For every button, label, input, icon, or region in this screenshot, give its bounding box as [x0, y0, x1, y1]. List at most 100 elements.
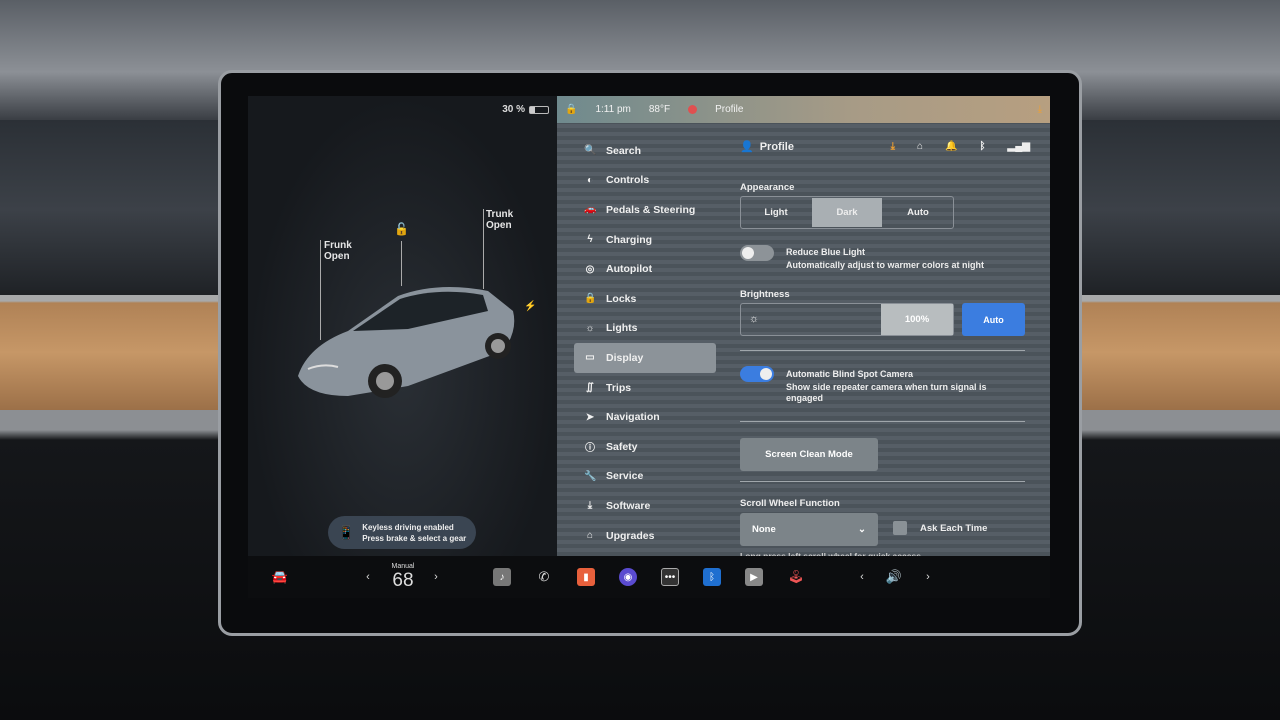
menu-item-label: Locks: [606, 292, 637, 305]
volume-up-button[interactable]: ›: [920, 556, 936, 598]
blind-spot-camera-toggle[interactable]: [740, 366, 774, 382]
music-icon[interactable]: ♪: [493, 568, 511, 586]
more-apps-icon[interactable]: •••: [661, 568, 679, 586]
menu-item-autopilot[interactable]: ◎ Autopilot: [574, 254, 716, 284]
appearance-light[interactable]: Light: [741, 197, 811, 228]
bag-icon: ⌂: [586, 530, 594, 542]
safety-icon: ⓘ: [585, 443, 595, 455]
reduce-blue-light-title: Reduce Blue Light: [786, 247, 866, 257]
camera-icon[interactable]: ◉: [619, 568, 637, 586]
divider: [740, 350, 1025, 351]
wrench-icon: 🔧: [584, 470, 597, 482]
keyless-driving-toast: 📱 Keyless driving enabled Press brake & s…: [328, 516, 476, 549]
settings-header: 👤 Profile ⤓ ⌂ 🔔 ᛒ ▂▄▆: [740, 140, 1030, 154]
frunk-open-button[interactable]: Frunk Open: [324, 240, 352, 262]
blind-spot-title: Automatic Blind Spot Camera: [786, 369, 914, 379]
battery-indicator: 30 %: [502, 104, 549, 115]
ask-each-time-label: Ask Each Time: [920, 523, 988, 534]
volume-icon[interactable]: 🔊: [882, 556, 906, 598]
status-bar: 🔒 1:11 pm 88°F Profile ⤓: [557, 96, 1050, 123]
profile-icon: 👤: [740, 141, 754, 153]
divider: [740, 481, 1025, 482]
profile-button[interactable]: Profile: [760, 141, 794, 153]
homelink-icon[interactable]: ⌂: [917, 141, 923, 152]
car-icon: 🚗: [584, 204, 597, 216]
climate-temperature[interactable]: Manual 68: [386, 556, 420, 598]
bluetooth-icon[interactable]: ᛒ: [980, 141, 986, 152]
outside-temperature: 88°F: [648, 104, 671, 115]
temp-up-button[interactable]: ›: [428, 556, 444, 598]
chevron-down-icon: ⌄: [858, 524, 866, 535]
menu-item-charging[interactable]: ϟ Charging: [574, 225, 716, 255]
menu-item-label: Charging: [606, 233, 653, 246]
appearance-auto[interactable]: Auto: [883, 197, 953, 228]
menu-item-label: Service: [606, 470, 644, 483]
temp-down-button[interactable]: ‹: [360, 556, 376, 598]
menu-item-pedals-steering[interactable]: 🚗 Pedals & Steering: [574, 195, 716, 225]
theater-icon[interactable]: ▶: [745, 568, 763, 586]
ask-each-time-checkbox[interactable]: [893, 521, 907, 535]
scroll-wheel-dropdown[interactable]: None ⌄: [740, 513, 878, 546]
toybox-icon[interactable]: 🕹: [786, 556, 806, 598]
car-icon[interactable]: 🚘: [268, 556, 292, 598]
brightness-slider[interactable]: ☼ 100%: [740, 303, 954, 336]
trunk-open-button[interactable]: Trunk Open: [486, 209, 513, 231]
divider: [740, 421, 1025, 422]
menu-item-lights[interactable]: ☼ Lights: [574, 314, 716, 344]
reduce-blue-light: Reduce Blue Light Automatically adjust t…: [786, 247, 1006, 271]
volume-down-button[interactable]: ‹: [854, 556, 870, 598]
menu-item-service[interactable]: 🔧 Service: [574, 462, 716, 492]
steering-wheel-icon: ◎: [585, 263, 595, 275]
toast-subtitle: Press brake & select a gear: [362, 533, 467, 543]
menu-item-locks[interactable]: 🔒 Locks: [574, 284, 716, 314]
unlock-icon[interactable]: 🔓: [394, 223, 409, 235]
climate-mode: Manual: [391, 562, 415, 570]
menu-item-trips[interactable]: ∬ Trips: [574, 373, 716, 403]
temperature-value: 68: [392, 569, 414, 591]
menu-item-upgrades[interactable]: ⌂ Upgrades: [574, 521, 716, 551]
charge-port-icon[interactable]: ⚡: [524, 301, 536, 312]
brightness-value: 100%: [881, 304, 953, 335]
audio-source-icon[interactable]: ▮: [577, 568, 595, 586]
menu-item-controls[interactable]: ◐ Controls: [574, 166, 716, 196]
menu-item-label: Pedals & Steering: [606, 203, 696, 216]
bluetooth-app-icon[interactable]: ᛒ: [703, 568, 721, 586]
lock-icon: 🔒: [584, 293, 597, 305]
reduce-blue-light-toggle[interactable]: [740, 245, 774, 261]
settings-panel: 🔒 1:11 pm 88°F Profile ⤓ 🔍 Search ◐ Control…: [557, 96, 1050, 561]
brightness-label: Brightness: [740, 289, 790, 300]
menu-item-software[interactable]: ⤓ Software: [574, 491, 716, 521]
download-icon[interactable]: ⤓: [891, 141, 895, 152]
appearance-selector: Light Dark Auto: [740, 196, 954, 229]
display-icon: ▭: [585, 352, 595, 364]
car-panel: 30 % Frunk Open Trunk Open 🔓 ⚡ 📱 Keyless…: [248, 96, 557, 556]
menu-item-label: Lights: [606, 322, 638, 335]
menu-item-label: Software: [606, 499, 651, 512]
menu-item-label: Controls: [606, 174, 650, 187]
battery-text: 30 %: [502, 104, 525, 115]
menu-item-navigation[interactable]: ➤ Navigation: [574, 402, 716, 432]
download-status-icon: ⤓: [1037, 104, 1042, 115]
reduce-blue-light-desc: Automatically adjust to warmer colors at…: [786, 260, 985, 270]
bell-icon[interactable]: 🔔: [945, 141, 957, 152]
menu-item-search[interactable]: 🔍 Search: [574, 136, 716, 166]
menu-item-display[interactable]: ▭ Display: [574, 343, 716, 373]
menu-item-label: Upgrades: [606, 529, 655, 542]
menu-item-label: Trips: [606, 381, 632, 394]
settings-menu: 🔍 Search ◐ Controls 🚗 Pedals & Steering ϟ Charg…: [574, 136, 716, 550]
lock-status-icon: 🔒: [565, 104, 578, 115]
blind-spot-desc: Show side repeater camera when turn sign…: [786, 382, 987, 403]
phone-icon[interactable]: ✆: [534, 556, 554, 598]
toast-title: Keyless driving enabled: [362, 522, 454, 532]
car-model-image: [298, 287, 515, 398]
appearance-label: Appearance: [740, 182, 795, 193]
recording-icon[interactable]: [688, 105, 698, 114]
trips-icon: ∬: [586, 382, 594, 394]
appearance-dark[interactable]: Dark: [812, 198, 882, 227]
menu-item-safety[interactable]: ⓘ Safety: [574, 432, 716, 462]
lte-signal-icon: ▂▄▆: [1007, 141, 1030, 152]
sun-icon: ☼: [585, 322, 595, 334]
screen-clean-mode-button[interactable]: Screen Clean Mode: [740, 438, 878, 471]
brightness-auto-button[interactable]: Auto: [962, 303, 1025, 336]
status-profile[interactable]: Profile: [715, 104, 743, 115]
